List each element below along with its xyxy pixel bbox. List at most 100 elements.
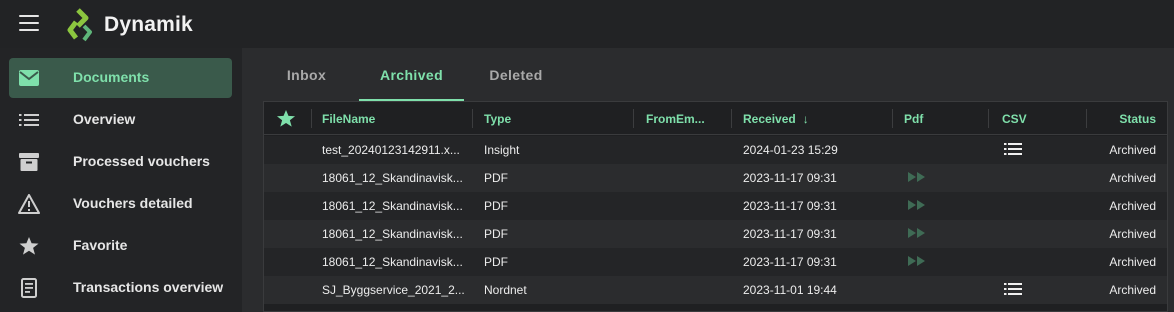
sidebar-item-label: Overview (73, 111, 136, 127)
main-content: Inbox Archived Deleted FileName Type Fro… (256, 48, 1174, 312)
column-header-status[interactable]: Status (1094, 102, 1156, 135)
table-row[interactable]: 18061_12_Skandinavisk... PDF 2023-11-17 09… (264, 164, 1167, 192)
sidebar-item-label: Documents (73, 69, 150, 85)
column-separator (472, 109, 473, 128)
sidebar-item-overview[interactable]: Overview (9, 100, 232, 140)
documents-table: FileName Type FromEm... Received ↓ Pdf C… (263, 101, 1168, 312)
filename-cell: SJ_Byggservice_2021_2... (322, 283, 465, 297)
type-cell: Nordnet (484, 283, 527, 297)
archive-box-icon (18, 151, 40, 173)
status-cell: Archived (1109, 171, 1156, 185)
hamburger-menu-icon[interactable] (19, 15, 39, 31)
column-separator (1086, 109, 1087, 128)
table-row[interactable]: SJ_Byggservice_2021_2... Nordnet 2023-11-0… (264, 276, 1167, 304)
column-header-type[interactable]: Type (484, 102, 624, 135)
received-cell: 2023-11-01 19:44 (743, 283, 837, 297)
sidebar-item-documents[interactable]: Documents (9, 58, 232, 98)
tab-archived[interactable]: Archived (359, 48, 464, 101)
from-email-cell (646, 220, 726, 248)
from-email-cell (646, 136, 726, 164)
fast-forward-icon[interactable] (908, 255, 926, 269)
dynamik-logo-icon (67, 8, 92, 42)
fast-forward-icon[interactable] (908, 199, 926, 213)
sidebar: Documents Overview Processed vouchers Vo… (0, 48, 242, 312)
column-separator (988, 109, 989, 128)
warning-triangle-icon (18, 193, 40, 215)
pdf-cell (908, 276, 948, 304)
csv-cell (1004, 164, 1044, 192)
filename-cell: test_20240123142911.x... (322, 143, 460, 157)
tab-inbox[interactable]: Inbox (256, 48, 357, 101)
from-email-cell (646, 164, 726, 192)
pdf-cell (908, 248, 948, 276)
csv-cell (1004, 136, 1044, 164)
csv-cell (1004, 248, 1044, 276)
star-icon (18, 235, 40, 257)
filename-cell: 18061_12_Skandinavisk... (322, 255, 463, 269)
status-cell: Archived (1109, 283, 1156, 297)
status-cell: Archived (1109, 143, 1156, 157)
pdf-cell (908, 136, 948, 164)
table-row[interactable]: test_20240123142911.x... Insight 2024-01-2… (264, 136, 1167, 164)
column-header-received[interactable]: Received ↓ (743, 102, 863, 135)
sidebar-item-label: Favorite (73, 237, 128, 253)
fast-forward-icon[interactable] (908, 227, 926, 241)
column-header-filename[interactable]: FileName (322, 102, 462, 135)
received-cell: 2024-01-23 15:29 (743, 143, 838, 157)
column-separator (311, 109, 312, 128)
column-header-csv[interactable]: CSV (1002, 102, 1062, 135)
type-cell: PDF (484, 227, 508, 241)
filename-cell: 18061_12_Skandinavisk... (322, 171, 463, 185)
sidebar-item-transactions-overview[interactable]: Transactions overview (9, 268, 232, 308)
received-cell: 2023-11-17 09:31 (743, 199, 837, 213)
sidebar-item-processed-vouchers[interactable]: Processed vouchers (9, 142, 232, 182)
csv-cell (1004, 276, 1044, 304)
table-header: FileName Type FromEm... Received ↓ Pdf C… (264, 102, 1167, 135)
status-cell: Archived (1109, 227, 1156, 241)
column-separator (731, 109, 732, 128)
status-cell: Archived (1109, 255, 1156, 269)
fast-forward-icon[interactable] (908, 171, 926, 185)
column-separator (633, 109, 634, 128)
sidebar-item-label: Processed vouchers (73, 153, 210, 169)
from-email-cell (646, 248, 726, 276)
csv-cell (1004, 192, 1044, 220)
from-email-cell (646, 276, 726, 304)
sidebar-item-label: Vouchers detailed (73, 195, 193, 211)
list-icon[interactable] (1004, 282, 1022, 298)
pdf-cell (908, 220, 948, 248)
column-header-pdf[interactable]: Pdf (904, 102, 964, 135)
sidebar-item-vouchers-detailed[interactable]: Vouchers detailed (9, 184, 232, 224)
mail-icon (18, 67, 40, 89)
from-email-cell (646, 192, 726, 220)
list-icon (18, 109, 40, 131)
status-cell: Archived (1109, 199, 1156, 213)
received-header-label: Received (743, 111, 796, 126)
receipt-icon (18, 277, 40, 299)
table-row[interactable]: 18061_12_Skandinavisk... PDF 2023-11-17 09… (264, 248, 1167, 276)
type-cell: PDF (484, 171, 508, 185)
star-icon (276, 109, 296, 127)
list-icon[interactable] (1004, 142, 1022, 158)
sidebar-item-label: Transactions overview (73, 279, 224, 295)
top-bar: Dynamik (0, 0, 1174, 48)
sidebar-item-favorite[interactable]: Favorite (9, 226, 232, 266)
pdf-cell (908, 164, 948, 192)
tab-bar: Inbox Archived Deleted (256, 48, 1174, 101)
table-row[interactable]: 18061_12_Skandinavisk... PDF 2023-11-17 09… (264, 192, 1167, 220)
column-header-fromemail[interactable]: FromEm... (646, 102, 726, 135)
filename-cell: 18061_12_Skandinavisk... (322, 227, 463, 241)
type-cell: PDF (484, 255, 508, 269)
pdf-cell (908, 192, 948, 220)
type-cell: Insight (484, 143, 520, 157)
received-cell: 2023-11-17 09:31 (743, 255, 837, 269)
favorite-column-header[interactable] (276, 102, 300, 135)
type-cell: PDF (484, 199, 508, 213)
column-separator (892, 109, 893, 128)
received-cell: 2023-11-17 09:31 (743, 227, 837, 241)
csv-cell (1004, 220, 1044, 248)
received-cell: 2023-11-17 09:31 (743, 171, 837, 185)
sort-descending-icon: ↓ (802, 111, 809, 126)
tab-deleted[interactable]: Deleted (466, 48, 566, 101)
table-row[interactable]: 18061_12_Skandinavisk... PDF 2023-11-17 09… (264, 220, 1167, 248)
